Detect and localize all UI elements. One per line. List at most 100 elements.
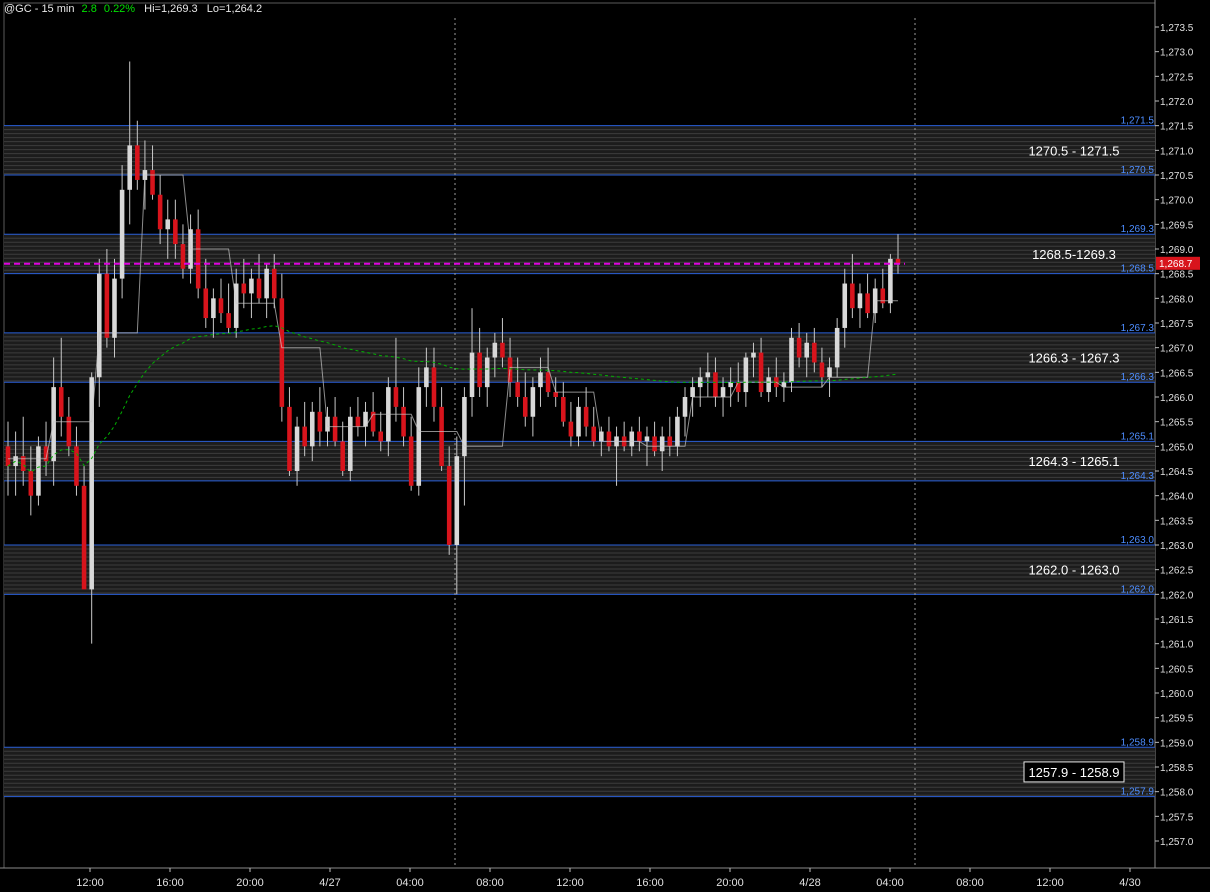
zone-low-label: 1,270.5 [1121,165,1155,176]
candle-body [454,456,460,545]
candle [226,283,231,333]
candle [81,466,87,590]
current-price-label: 1,268.7 [1159,259,1193,270]
candle-body [796,337,802,358]
candle-body [401,406,406,437]
candle-body [751,352,756,358]
candle [195,209,201,299]
candle-body [332,416,338,442]
candle-body [690,387,695,397]
x-tick-label: 20:00 [236,877,264,889]
y-tick-label: 1,267.0 [1160,344,1194,355]
x-tick-label: 12:00 [556,877,584,889]
candle-body [682,397,688,417]
candle-body [408,436,414,486]
candle-body [393,387,399,407]
candle-body [416,387,422,486]
candle-body [553,392,558,397]
candle-body [309,411,315,447]
candle [332,397,338,447]
y-tick-label: 1,265.5 [1160,418,1194,429]
candle-body [812,342,817,363]
candle-body [522,397,528,417]
candle-body [203,288,209,319]
candle [249,268,254,319]
candle-body [743,357,749,393]
candle-body [667,436,673,447]
zone-band: 1,267.3 1,266.31266.3 - 1267.3 [4,323,1155,383]
y-tick-label: 1,268.0 [1160,294,1194,305]
candle [576,397,581,447]
candle-body [241,283,247,294]
candle-body [431,367,437,407]
candle [89,372,94,644]
candle-body [713,372,718,397]
zone-band: 1,265.1 1,264.31264.3 - 1265.1 [4,431,1155,482]
y-tick-label: 1,264.0 [1160,492,1194,503]
y-tick-label: 1,271.0 [1160,146,1194,157]
candle [36,436,41,506]
y-tick-label: 1,258.0 [1160,788,1194,799]
candle-body [355,416,361,427]
candle-body [583,406,589,427]
candle-body [226,313,231,328]
candle [652,421,657,457]
candle [355,397,361,437]
x-tick-label: 08:00 [956,877,984,889]
candle [682,387,688,437]
zone-fill [4,125,1155,175]
zone-range-label: 1262.0 - 1263.0 [1028,563,1119,578]
candle-body [530,387,536,417]
candle-body [173,219,178,245]
y-tick-label: 1,272.5 [1160,72,1194,83]
candle-body [112,278,117,338]
zone-low-label: 1,257.9 [1121,787,1155,798]
candle-body [865,293,870,314]
candle [287,387,292,476]
x-tick-label: 12:00 [1036,877,1064,889]
zone-high-label: 1,258.9 [1121,737,1155,748]
candle-body [58,387,64,417]
candle-body [591,426,597,442]
y-tick-label: 1,273.0 [1160,48,1194,59]
candle [401,387,406,447]
candle-body [317,411,323,432]
session-reference-line [8,174,898,460]
zone-range-label: 1266.3 - 1267.3 [1028,351,1119,366]
y-tick-label: 1,267.5 [1160,319,1194,330]
candle-body [218,298,224,314]
candle-body [484,357,490,388]
candle [340,421,345,476]
candle [211,288,216,338]
zone-band: 1,271.5 1,270.51270.5 - 1271.5 [4,116,1155,176]
candle-body [789,337,794,383]
candle-body [195,229,201,289]
candle-body [827,367,832,378]
candle-body [705,372,711,378]
candle [865,273,870,319]
candle-body [294,426,300,471]
candle [408,416,414,491]
y-tick-label: 1,263.5 [1160,516,1194,527]
candle-body [766,377,771,393]
candle [591,406,597,447]
candle-body [659,436,665,452]
candle [561,382,566,427]
candle [469,308,475,417]
candle-body [302,426,307,447]
x-tick-label: 20:00 [716,877,744,889]
x-tick-label: 4/27 [319,877,340,889]
zone-high-label: 1,265.1 [1121,431,1155,442]
x-tick-label: 08:00 [476,877,504,889]
candle-body [819,362,825,378]
candle-body [119,189,125,279]
candle-body [180,244,186,269]
candle-body [637,431,642,442]
candle-body [888,258,893,304]
x-tick-label: 4/28 [799,877,820,889]
y-tick-label: 1,260.0 [1160,689,1194,700]
price-chart[interactable]: 1,271.51,270.51270.5 - 1271.51,269.31,26… [0,0,1210,892]
candle-body [424,367,429,388]
candle-body [804,342,809,358]
candle [880,268,886,309]
